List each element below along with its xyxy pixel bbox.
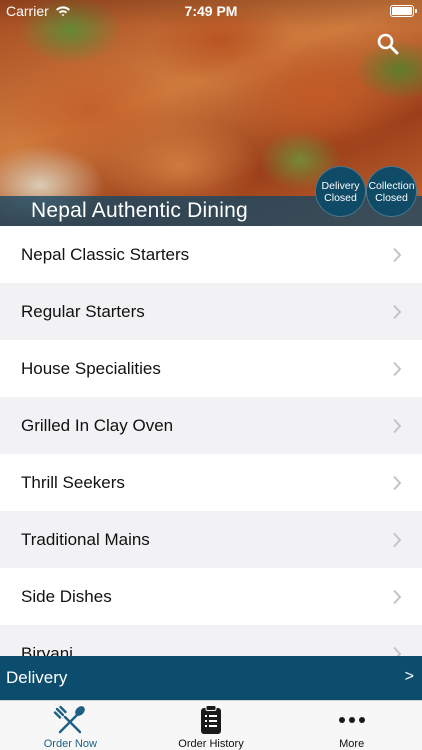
clipboard-icon xyxy=(201,705,221,734)
chevron-right-icon xyxy=(393,304,402,319)
chevron-right-icon xyxy=(393,589,402,604)
delivery-arrow-icon: > xyxy=(404,668,414,685)
delivery-mode-bar[interactable]: Delivery > xyxy=(0,656,422,700)
menu-category-row[interactable]: Thrill Seekers xyxy=(0,454,422,511)
chevron-right-icon xyxy=(393,247,402,262)
chevron-right-icon xyxy=(393,646,402,656)
more-dots-icon xyxy=(338,717,365,723)
chevron-right-icon xyxy=(393,418,402,433)
delivery-mode-label: Delivery xyxy=(6,668,68,687)
menu-category-row[interactable]: Traditional Mains xyxy=(0,511,422,568)
menu-category-row[interactable]: Regular Starters xyxy=(0,283,422,340)
restaurant-title: Nepal Authentic Dining xyxy=(31,199,248,222)
tab-more[interactable]: More xyxy=(281,701,422,750)
chevron-right-icon xyxy=(393,361,402,376)
fork-knife-icon xyxy=(54,705,86,734)
status-bar: Carrier 7:49 PM xyxy=(0,0,422,22)
menu-category-label: Side Dishes xyxy=(21,586,112,606)
menu-category-row[interactable]: Nepal Classic Starters xyxy=(0,226,422,283)
menu-category-label: Nepal Classic Starters xyxy=(21,244,190,264)
tab-label: Order History xyxy=(178,738,244,750)
battery-nub xyxy=(415,9,417,13)
search-icon[interactable] xyxy=(376,32,400,56)
menu-category-row[interactable]: Biryani xyxy=(0,625,422,656)
menu-category-row[interactable]: House Specialities xyxy=(0,340,422,397)
collection-status-badge[interactable]: Collection Closed xyxy=(366,166,417,217)
delivery-status-badge[interactable]: Delivery Closed xyxy=(315,166,366,217)
tab-order-history[interactable]: Order History xyxy=(141,701,282,750)
menu-category-label: Traditional Mains xyxy=(21,529,150,549)
menu-category-label: Grilled In Clay Oven xyxy=(21,415,174,435)
battery-icon xyxy=(390,5,417,17)
menu-category-list: Nepal Classic Starters Regular Starters … xyxy=(0,226,422,656)
tab-label: More xyxy=(339,738,365,750)
menu-category-label: Regular Starters xyxy=(21,301,145,321)
menu-category-row[interactable]: Side Dishes xyxy=(0,568,422,625)
menu-category-label: House Specialities xyxy=(21,358,161,378)
battery-fill xyxy=(392,7,412,15)
menu-category-label: Biryani xyxy=(21,643,73,657)
chevron-right-icon xyxy=(393,475,402,490)
menu-category-row[interactable]: Grilled In Clay Oven xyxy=(0,397,422,454)
delivery-status-line1: Delivery xyxy=(321,179,360,192)
chevron-right-icon xyxy=(393,532,402,547)
status-time: 7:49 PM xyxy=(184,3,238,19)
tab-label: Order Now xyxy=(43,738,97,750)
delivery-status-line2: Closed xyxy=(324,191,357,204)
menu-category-label: Thrill Seekers xyxy=(21,472,125,492)
tab-bar: Order Now Order History More xyxy=(0,700,422,750)
collection-status-line1: Collection xyxy=(368,179,415,192)
collection-status-line2: Closed xyxy=(375,191,408,204)
tab-order-now[interactable]: Order Now xyxy=(0,701,141,750)
